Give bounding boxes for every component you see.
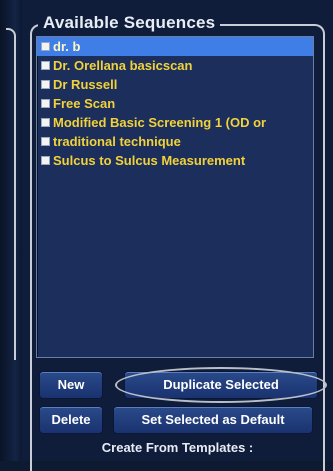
- checkbox-icon[interactable]: [41, 118, 50, 127]
- list-item-label: dr. b: [53, 39, 81, 54]
- list-item-label: Sulcus to Sulcus Measurement: [53, 153, 246, 168]
- list-item[interactable]: Dr. Orellana basicscan: [37, 56, 313, 75]
- checkbox-icon[interactable]: [41, 99, 50, 108]
- list-item[interactable]: dr. b: [37, 37, 313, 56]
- checkbox-icon[interactable]: [41, 80, 50, 89]
- delete-button[interactable]: Delete: [39, 406, 103, 434]
- panel-title: Available Sequences: [38, 12, 221, 34]
- checkbox-icon[interactable]: [41, 61, 50, 70]
- list-item[interactable]: Sulcus to Sulcus Measurement: [37, 151, 313, 170]
- templates-label: Create From Templates :: [101, 440, 254, 455]
- set-default-button[interactable]: Set Selected as Default: [113, 406, 313, 434]
- sequence-list[interactable]: dr. b Dr. Orellana basicscan Dr Russell …: [36, 36, 314, 358]
- list-item[interactable]: Dr Russell: [37, 75, 313, 94]
- highlight-oval: [115, 367, 327, 403]
- left-panel-border: [6, 28, 16, 360]
- list-item[interactable]: traditional technique: [37, 132, 313, 151]
- sequences-panel: Available Sequences dr. b Dr. Orellana b…: [22, 0, 333, 471]
- list-item[interactable]: Free Scan: [37, 94, 313, 113]
- list-item-label: Modified Basic Screening 1 (OD or: [53, 115, 267, 130]
- list-item-label: Dr. Orellana basicscan: [53, 58, 193, 73]
- list-item-label: Free Scan: [53, 96, 116, 111]
- checkbox-icon[interactable]: [41, 137, 50, 146]
- list-item-label: traditional technique: [53, 134, 181, 149]
- list-item[interactable]: Modified Basic Screening 1 (OD or: [37, 113, 313, 132]
- new-button[interactable]: New: [39, 371, 103, 399]
- checkbox-icon[interactable]: [41, 42, 50, 51]
- left-panel-edge: [0, 0, 22, 461]
- list-item-label: Dr Russell: [53, 77, 118, 92]
- checkbox-icon[interactable]: [41, 156, 50, 165]
